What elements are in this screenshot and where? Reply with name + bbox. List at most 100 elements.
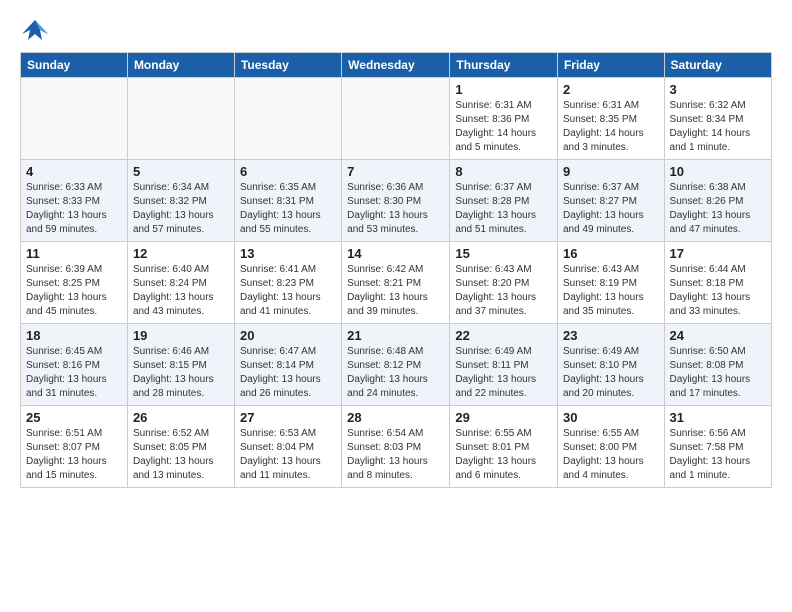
day-number: 23 xyxy=(563,328,659,343)
calendar-cell: 16 Sunrise: 6:43 AM Sunset: 8:19 PM Dayli… xyxy=(557,242,664,324)
day-info: Sunrise: 6:43 AM Sunset: 8:19 PM Dayligh… xyxy=(563,263,659,319)
day-number: 7 xyxy=(347,164,444,179)
day-info: Sunrise: 6:32 AM Sunset: 8:34 PM Dayligh… xyxy=(670,99,766,155)
day-number: 6 xyxy=(240,164,336,179)
day-number: 15 xyxy=(455,246,552,261)
calendar-cell-empty xyxy=(21,78,128,160)
day-of-week-header: Saturday xyxy=(664,53,771,78)
calendar-cell: 10 Sunrise: 6:38 AM Sunset: 8:26 PM Dayli… xyxy=(664,160,771,242)
day-number: 14 xyxy=(347,246,444,261)
day-of-week-header: Sunday xyxy=(21,53,128,78)
day-of-week-header: Thursday xyxy=(450,53,558,78)
calendar-cell: 2 Sunrise: 6:31 AM Sunset: 8:35 PM Daylig… xyxy=(557,78,664,160)
day-of-week-header: Monday xyxy=(127,53,234,78)
day-number: 16 xyxy=(563,246,659,261)
day-of-week-header: Wednesday xyxy=(342,53,450,78)
day-number: 3 xyxy=(670,82,766,97)
day-info: Sunrise: 6:37 AM Sunset: 8:28 PM Dayligh… xyxy=(455,181,552,237)
day-number: 27 xyxy=(240,410,336,425)
day-number: 2 xyxy=(563,82,659,97)
calendar-cell: 4 Sunrise: 6:33 AM Sunset: 8:33 PM Daylig… xyxy=(21,160,128,242)
calendar-cell: 27 Sunrise: 6:53 AM Sunset: 8:04 PM Dayli… xyxy=(234,406,341,488)
day-number: 1 xyxy=(455,82,552,97)
day-info: Sunrise: 6:40 AM Sunset: 8:24 PM Dayligh… xyxy=(133,263,229,319)
calendar-table: SundayMondayTuesdayWednesdayThursdayFrid… xyxy=(20,52,772,488)
calendar-cell: 8Sunrise: 6:37 AM Sunset: 8:28 PM Daylig… xyxy=(450,160,558,242)
calendar-cell: 11 Sunrise: 6:39 AM Sunset: 8:25 PM Dayli… xyxy=(21,242,128,324)
day-number: 19 xyxy=(133,328,229,343)
calendar-cell: 23 Sunrise: 6:49 AM Sunset: 8:10 PM Dayli… xyxy=(557,324,664,406)
day-number: 22 xyxy=(455,328,552,343)
day-number: 31 xyxy=(670,410,766,425)
day-info: Sunrise: 6:37 AM Sunset: 8:27 PM Dayligh… xyxy=(563,181,659,237)
calendar-cell-empty xyxy=(127,78,234,160)
calendar-cell: 28Sunrise: 6:54 AM Sunset: 8:03 PM Dayli… xyxy=(342,406,450,488)
calendar-cell-empty xyxy=(342,78,450,160)
day-number: 13 xyxy=(240,246,336,261)
calendar-week-row: 4 Sunrise: 6:33 AM Sunset: 8:33 PM Daylig… xyxy=(21,160,772,242)
calendar-cell: 19 Sunrise: 6:46 AM Sunset: 8:15 PM Dayli… xyxy=(127,324,234,406)
calendar-cell-empty xyxy=(234,78,341,160)
day-number: 25 xyxy=(26,410,122,425)
calendar-week-row: 11 Sunrise: 6:39 AM Sunset: 8:25 PM Dayli… xyxy=(21,242,772,324)
day-info: Sunrise: 6:31 AM Sunset: 8:36 PM Dayligh… xyxy=(455,99,552,155)
calendar-cell: 7Sunrise: 6:36 AM Sunset: 8:30 PM Daylig… xyxy=(342,160,450,242)
day-info: Sunrise: 6:48 AM Sunset: 8:12 PM Dayligh… xyxy=(347,345,444,401)
calendar-cell: 12 Sunrise: 6:40 AM Sunset: 8:24 PM Dayli… xyxy=(127,242,234,324)
day-info: Sunrise: 6:38 AM Sunset: 8:26 PM Dayligh… xyxy=(670,181,766,237)
day-number: 10 xyxy=(670,164,766,179)
day-info: Sunrise: 6:31 AM Sunset: 8:35 PM Dayligh… xyxy=(563,99,659,155)
day-number: 12 xyxy=(133,246,229,261)
day-info: Sunrise: 6:53 AM Sunset: 8:04 PM Dayligh… xyxy=(240,427,336,483)
day-number: 21 xyxy=(347,328,444,343)
calendar-cell: 21 Sunrise: 6:48 AM Sunset: 8:12 PM Dayli… xyxy=(342,324,450,406)
day-number: 9 xyxy=(563,164,659,179)
day-info: Sunrise: 6:49 AM Sunset: 8:10 PM Dayligh… xyxy=(563,345,659,401)
calendar-cell: 30 Sunrise: 6:55 AM Sunset: 8:00 PM Dayli… xyxy=(557,406,664,488)
day-info: Sunrise: 6:46 AM Sunset: 8:15 PM Dayligh… xyxy=(133,345,229,401)
calendar-cell: 31 Sunrise: 6:56 AM Sunset: 7:58 PM Dayli… xyxy=(664,406,771,488)
day-number: 17 xyxy=(670,246,766,261)
day-info: Sunrise: 6:52 AM Sunset: 8:05 PM Dayligh… xyxy=(133,427,229,483)
day-info: Sunrise: 6:39 AM Sunset: 8:25 PM Dayligh… xyxy=(26,263,122,319)
day-info: Sunrise: 6:33 AM Sunset: 8:33 PM Dayligh… xyxy=(26,181,122,237)
day-info: Sunrise: 6:47 AM Sunset: 8:14 PM Dayligh… xyxy=(240,345,336,401)
day-number: 29 xyxy=(455,410,552,425)
day-number: 24 xyxy=(670,328,766,343)
day-number: 5 xyxy=(133,164,229,179)
day-info: Sunrise: 6:51 AM Sunset: 8:07 PM Dayligh… xyxy=(26,427,122,483)
calendar-week-row: 18 Sunrise: 6:45 AM Sunset: 8:16 PM Dayli… xyxy=(21,324,772,406)
calendar-cell: 13Sunrise: 6:41 AM Sunset: 8:23 PM Dayli… xyxy=(234,242,341,324)
calendar-cell: 22 Sunrise: 6:49 AM Sunset: 8:11 PM Dayli… xyxy=(450,324,558,406)
day-number: 4 xyxy=(26,164,122,179)
day-info: Sunrise: 6:56 AM Sunset: 7:58 PM Dayligh… xyxy=(670,427,766,483)
day-info: Sunrise: 6:43 AM Sunset: 8:20 PM Dayligh… xyxy=(455,263,552,319)
calendar-cell: 29Sunrise: 6:55 AM Sunset: 8:01 PM Dayli… xyxy=(450,406,558,488)
day-info: Sunrise: 6:42 AM Sunset: 8:21 PM Dayligh… xyxy=(347,263,444,319)
calendar-week-row: 1 Sunrise: 6:31 AM Sunset: 8:36 PM Daylig… xyxy=(21,78,772,160)
day-number: 26 xyxy=(133,410,229,425)
calendar-cell: 6 Sunrise: 6:35 AM Sunset: 8:31 PM Daylig… xyxy=(234,160,341,242)
calendar-cell: 1 Sunrise: 6:31 AM Sunset: 8:36 PM Daylig… xyxy=(450,78,558,160)
logo-bird-icon xyxy=(20,16,50,44)
calendar-cell: 24Sunrise: 6:50 AM Sunset: 8:08 PM Dayli… xyxy=(664,324,771,406)
calendar-header-row: SundayMondayTuesdayWednesdayThursdayFrid… xyxy=(21,53,772,78)
day-info: Sunrise: 6:35 AM Sunset: 8:31 PM Dayligh… xyxy=(240,181,336,237)
day-info: Sunrise: 6:49 AM Sunset: 8:11 PM Dayligh… xyxy=(455,345,552,401)
day-info: Sunrise: 6:44 AM Sunset: 8:18 PM Dayligh… xyxy=(670,263,766,319)
day-of-week-header: Friday xyxy=(557,53,664,78)
calendar-cell: 18 Sunrise: 6:45 AM Sunset: 8:16 PM Dayli… xyxy=(21,324,128,406)
calendar-cell: 26 Sunrise: 6:52 AM Sunset: 8:05 PM Dayli… xyxy=(127,406,234,488)
day-number: 18 xyxy=(26,328,122,343)
calendar-cell: 20 Sunrise: 6:47 AM Sunset: 8:14 PM Dayli… xyxy=(234,324,341,406)
day-of-week-header: Tuesday xyxy=(234,53,341,78)
day-number: 20 xyxy=(240,328,336,343)
day-info: Sunrise: 6:55 AM Sunset: 8:00 PM Dayligh… xyxy=(563,427,659,483)
day-number: 30 xyxy=(563,410,659,425)
calendar-cell: 9 Sunrise: 6:37 AM Sunset: 8:27 PM Daylig… xyxy=(557,160,664,242)
day-number: 11 xyxy=(26,246,122,261)
calendar-cell: 25 Sunrise: 6:51 AM Sunset: 8:07 PM Dayli… xyxy=(21,406,128,488)
day-info: Sunrise: 6:45 AM Sunset: 8:16 PM Dayligh… xyxy=(26,345,122,401)
calendar-cell: 17 Sunrise: 6:44 AM Sunset: 8:18 PM Dayli… xyxy=(664,242,771,324)
calendar-cell: 5Sunrise: 6:34 AM Sunset: 8:32 PM Daylig… xyxy=(127,160,234,242)
